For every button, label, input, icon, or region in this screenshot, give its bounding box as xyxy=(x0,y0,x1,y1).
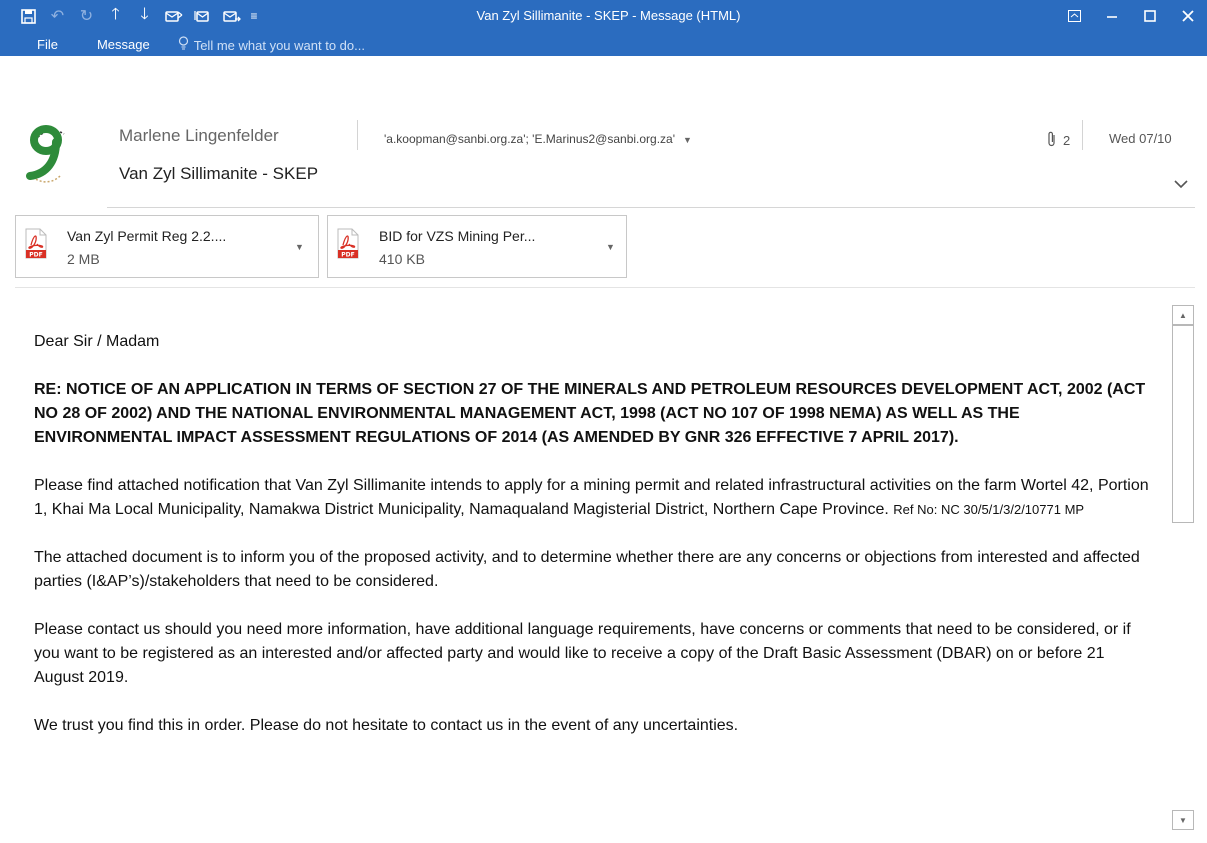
recipients[interactable]: 'a.koopman@sanbi.org.za'; 'E.Marinus2@sa… xyxy=(384,132,692,146)
attachment-item[interactable]: PDF Van Zyl Permit Reg 2.2.... 2 MB ▼ xyxy=(15,215,319,278)
paperclip-icon xyxy=(1047,131,1057,150)
lightbulb-icon xyxy=(178,36,189,54)
attachment-name: Van Zyl Permit Reg 2.2.... xyxy=(67,228,227,244)
greeting: Dear Sir / Madam xyxy=(34,333,160,350)
scroll-down-icon[interactable]: ▼ xyxy=(1172,810,1194,830)
attachment-name: BID for VZS Mining Per... xyxy=(379,228,536,244)
tab-file[interactable]: File xyxy=(0,32,79,58)
close-icon[interactable] xyxy=(1169,0,1207,32)
ribbon-tabs: File Message Tell me what you want to do… xyxy=(0,32,365,58)
title-bar: ↶ ↻ 🡑 🡓 ≡ Van Zyl Sillimanite - SKEP - M… xyxy=(0,0,1207,56)
vertical-scrollbar[interactable]: ▲ ▼ xyxy=(1172,305,1194,830)
body-paragraph: Please find attached notification that V… xyxy=(34,474,1154,522)
attachment-count-text: 2 xyxy=(1063,133,1071,148)
scroll-up-icon[interactable]: ▲ xyxy=(1172,305,1194,325)
svg-text:PDF: PDF xyxy=(341,252,354,259)
maximize-icon[interactable] xyxy=(1131,0,1169,32)
message-subject: Van Zyl Sillimanite - SKEP xyxy=(119,164,319,183)
message-date: Wed 07/10 xyxy=(1109,131,1172,146)
body-paragraph: The attached document is to inform you o… xyxy=(34,549,1140,590)
message-body[interactable]: Dear Sir / Madam RE: NOTICE OF AN APPLIC… xyxy=(34,330,1154,762)
tell-me-text: Tell me what you want to do... xyxy=(193,37,365,53)
pdf-file-icon: PDF xyxy=(25,228,47,259)
attachment-size: 2 MB xyxy=(67,251,100,267)
header-separator xyxy=(107,207,1195,208)
window-title: Van Zyl Sillimanite - SKEP - Message (HT… xyxy=(476,8,741,23)
tell-me-box[interactable]: Tell me what you want to do... xyxy=(168,36,365,54)
minimize-icon[interactable] xyxy=(1093,0,1131,32)
reference-number: Ref No: NC 30/5/1/3/2/10771 MP xyxy=(893,502,1085,517)
body-paragraph: We trust you find this in order. Please … xyxy=(34,717,739,734)
chevron-down-icon[interactable]: ▼ xyxy=(606,242,615,252)
chevron-down-icon[interactable]: ▼ xyxy=(683,135,692,145)
window-controls xyxy=(1055,0,1207,32)
attachment-size: 410 KB xyxy=(379,251,425,267)
notice-heading: RE: NOTICE OF AN APPLICATION IN TERMS OF… xyxy=(34,381,1146,446)
header-divider xyxy=(357,120,358,150)
sender-avatar xyxy=(16,116,76,194)
scroll-thumb[interactable] xyxy=(1172,325,1194,523)
header-divider xyxy=(1082,120,1083,150)
ribbon-display-options-icon[interactable] xyxy=(1055,0,1093,32)
recipients-text: 'a.koopman@sanbi.org.za'; 'E.Marinus2@sa… xyxy=(384,132,676,146)
sender-name[interactable]: Marlene Lingenfelder xyxy=(119,126,279,146)
body-paragraph: Please contact us should you need more i… xyxy=(34,621,1131,686)
attachment-count: 2 xyxy=(1047,131,1070,150)
expand-header-icon[interactable] xyxy=(1174,177,1188,192)
attachments-separator xyxy=(15,287,1195,288)
svg-text:PDF: PDF xyxy=(29,252,42,259)
pdf-file-icon: PDF xyxy=(337,228,359,259)
tab-message[interactable]: Message xyxy=(79,32,168,58)
attachment-item[interactable]: PDF BID for VZS Mining Per... 410 KB ▼ xyxy=(327,215,627,278)
chevron-down-icon[interactable]: ▼ xyxy=(295,242,304,252)
